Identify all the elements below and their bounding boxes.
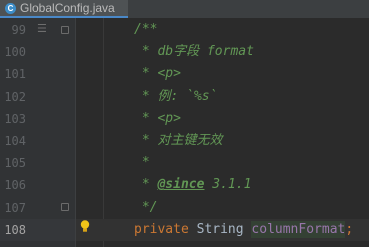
code-text[interactable]: * 对主键无效	[134, 130, 223, 152]
fold-end-marker-icon[interactable]	[61, 203, 69, 211]
code-line[interactable]: 107 */	[0, 197, 369, 219]
editor-tab-bar: C GlobalConfig.java	[0, 0, 369, 18]
line-number: 102	[4, 89, 26, 104]
code-token: * <p>	[134, 110, 181, 126]
line-number: 105	[4, 156, 26, 171]
code-text[interactable]: */	[134, 197, 158, 219]
code-text[interactable]: *	[134, 152, 150, 174]
line-number: 106	[4, 178, 26, 193]
code-line[interactable]: 103 * <p>	[0, 108, 369, 130]
line-number: 100	[4, 45, 26, 60]
code-editor[interactable]: 99/** 100 * db字段 format 101 * <p> 102 * 例: …	[0, 18, 369, 247]
code-line[interactable]: 102 * 例: `%s`	[0, 86, 369, 108]
code-text[interactable]: private String columnFormat;	[134, 219, 353, 241]
code-token: private	[134, 221, 197, 237]
line-number: 104	[4, 134, 26, 148]
code-line[interactable]: 105 *	[0, 152, 369, 174]
code-line[interactable]: 104 * 对主键无效	[0, 130, 369, 152]
code-token: */	[134, 199, 158, 215]
tab-globalconfig-java[interactable]: C GlobalConfig.java	[0, 0, 128, 18]
implementation-list-icon[interactable]: ☰	[37, 22, 47, 35]
line-number: 107	[4, 200, 26, 215]
code-token: columnFormat	[251, 220, 346, 238]
code-text[interactable]: * <p>	[134, 108, 181, 130]
code-token: 3.1.1	[204, 177, 252, 193]
line-number: 108	[4, 222, 26, 237]
line-number: 101	[4, 67, 26, 82]
code-text[interactable]: /**	[134, 19, 157, 41]
code-token: ;	[345, 221, 354, 237]
code-token: /**	[134, 22, 158, 37]
code-token: * 对主键无效	[134, 133, 223, 148]
code-line[interactable]: 106 * @since 3.1.1	[0, 174, 369, 196]
code-line[interactable]: 108 private String columnFormat;	[0, 218, 369, 241]
code-token: * 例: `%s`	[134, 88, 218, 104]
code-line[interactable]: 99 /**	[0, 19, 369, 41]
code-line[interactable]: 100 * db字段 format	[0, 41, 369, 63]
code-token: * <p>	[134, 66, 181, 82]
line-number: 99	[11, 23, 26, 37]
code-text[interactable]: * @since 3.1.1	[134, 174, 252, 196]
code-token: @since	[157, 177, 205, 193]
code-token: String	[196, 221, 252, 237]
code-text[interactable]: * <p>	[134, 63, 181, 85]
code-token: *	[134, 155, 150, 171]
code-text[interactable]: * 例: `%s`	[134, 86, 218, 108]
code-token: * db字段 format	[134, 44, 254, 60]
line-number: 103	[4, 111, 26, 126]
fold-marker-icon[interactable]	[61, 26, 69, 34]
code-line[interactable]: 101 * <p>	[0, 63, 369, 85]
code-text[interactable]: * db字段 format	[134, 41, 254, 63]
intention-bulb-icon[interactable]	[80, 220, 90, 233]
tab-label: GlobalConfig.java	[20, 1, 115, 15]
java-class-icon: C	[5, 2, 16, 14]
code-token: *	[134, 177, 158, 193]
